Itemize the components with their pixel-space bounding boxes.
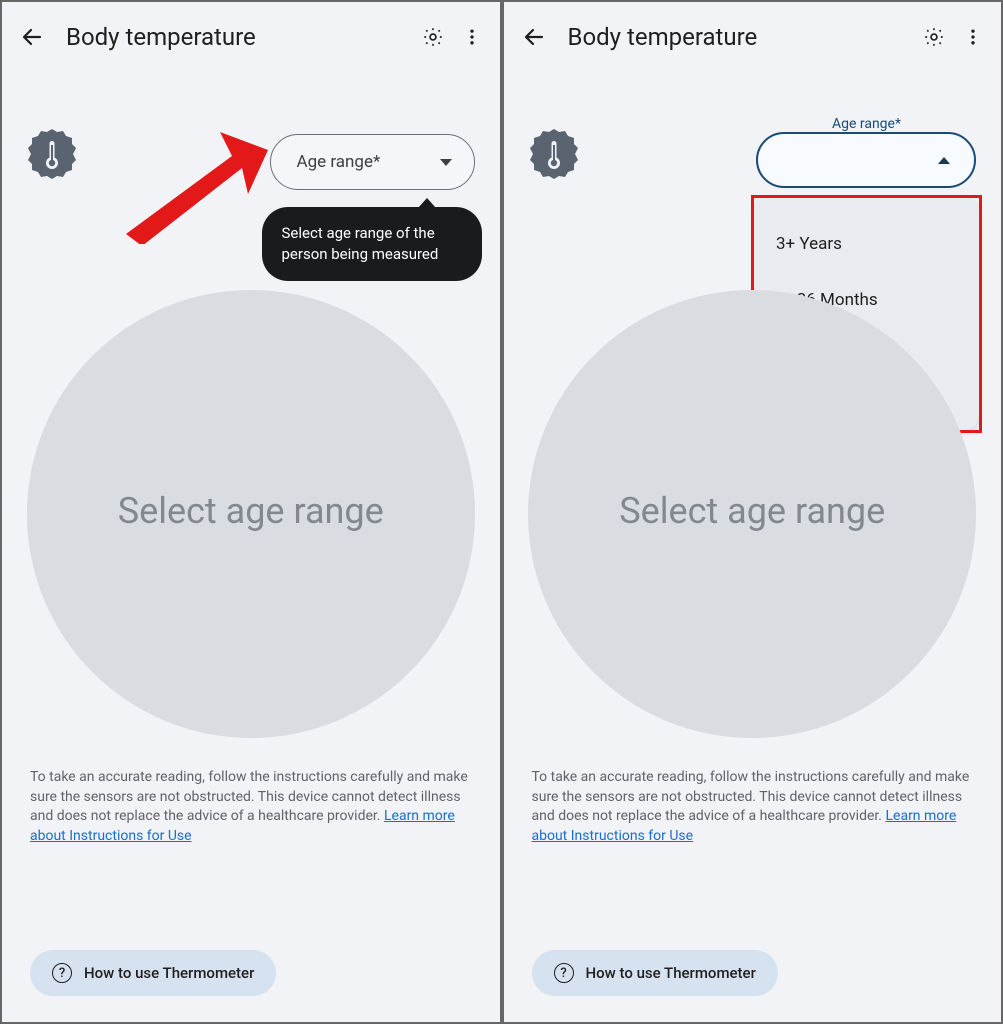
more-icon[interactable] bbox=[963, 27, 983, 47]
help-chip[interactable]: ? How to use Thermometer bbox=[30, 950, 276, 996]
reading-placeholder-text: Select age range bbox=[504, 490, 1002, 532]
more-icon[interactable] bbox=[462, 27, 482, 47]
help-chip[interactable]: ? How to use Thermometer bbox=[532, 950, 778, 996]
age-option-3plus[interactable]: 3+ Years bbox=[754, 216, 979, 272]
help-icon: ? bbox=[52, 963, 72, 983]
thermometer-badge-icon bbox=[24, 127, 80, 183]
age-range-tooltip: Select age range of the person being mea… bbox=[262, 207, 482, 281]
age-range-dropdown-open[interactable] bbox=[756, 132, 976, 188]
help-icon: ? bbox=[554, 963, 574, 983]
header-bar: Body temperature bbox=[504, 2, 1002, 72]
right-pane: Body temperature Age range* 3+ Years 3–3… bbox=[504, 2, 1002, 1022]
help-chip-label: How to use Thermometer bbox=[586, 964, 756, 982]
gear-icon[interactable] bbox=[422, 26, 444, 48]
dropdown-label: Age range* bbox=[297, 152, 381, 172]
annotation-arrow bbox=[120, 124, 280, 244]
left-pane: Body temperature Age range* Select age r… bbox=[2, 2, 500, 1022]
reading-placeholder-text: Select age range bbox=[2, 490, 500, 532]
footer-copy: To take an accurate reading, follow the … bbox=[532, 768, 974, 846]
back-icon[interactable] bbox=[20, 25, 44, 49]
thermometer-badge-icon bbox=[526, 127, 582, 183]
back-icon[interactable] bbox=[522, 25, 546, 49]
page-title: Body temperature bbox=[568, 23, 902, 51]
dropdown-floating-label: Age range* bbox=[832, 116, 901, 132]
age-range-dropdown[interactable]: Age range* bbox=[270, 134, 475, 190]
header-bar: Body temperature bbox=[2, 2, 500, 72]
help-chip-label: How to use Thermometer bbox=[84, 964, 254, 982]
gear-icon[interactable] bbox=[923, 26, 945, 48]
chevron-up-icon bbox=[938, 157, 950, 164]
chevron-down-icon bbox=[440, 159, 452, 166]
page-title: Body temperature bbox=[66, 23, 400, 51]
footer-copy: To take an accurate reading, follow the … bbox=[30, 768, 472, 846]
